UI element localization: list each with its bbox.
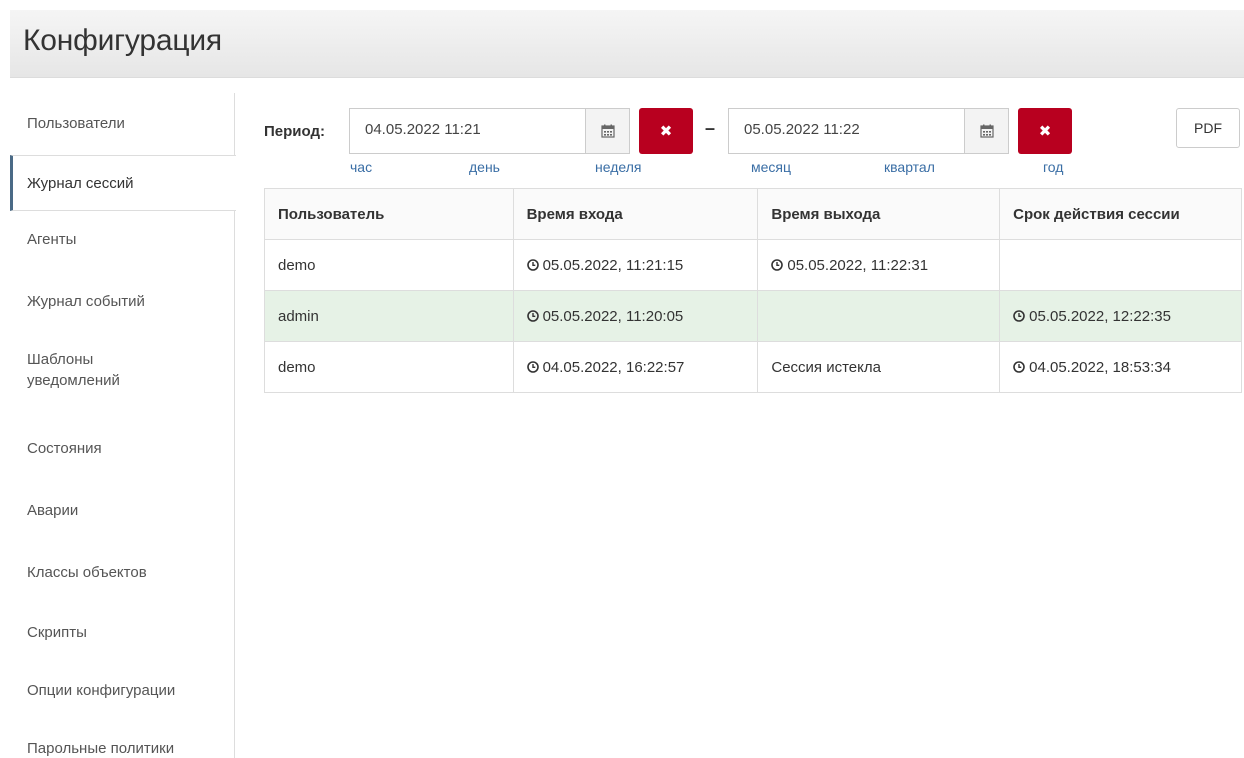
- sidebar-item-label: Скрипты: [27, 624, 87, 641]
- column-header-login-time[interactable]: Время входа: [512, 188, 759, 240]
- sidebar-item-scripts[interactable]: Скрипты: [10, 622, 235, 643]
- table-row[interactable]: admin 05.05.2022, 11:20:05 05.05.2022, 1…: [264, 290, 1242, 342]
- cell-text: admin: [278, 307, 319, 325]
- sidebar-item-label: Журнал сессий: [27, 175, 134, 192]
- sidebar-item-label: Шаблоны уведомлений: [27, 351, 120, 389]
- period-separator: –: [705, 118, 716, 138]
- sidebar-item-label: Парольные политики: [27, 740, 175, 757]
- quick-link-quarter[interactable]: квартал: [884, 159, 935, 175]
- calendar-icon: [979, 124, 994, 138]
- sidebar-item-config-options[interactable]: Опции конфигурации: [10, 680, 235, 701]
- cell-logout-time: 05.05.2022, 11:22:31: [757, 239, 1001, 291]
- cell-text: demo: [278, 358, 316, 376]
- clock-icon: [771, 258, 784, 271]
- sidebar-item-label: Аварии: [27, 502, 79, 519]
- cell-user: admin: [264, 290, 514, 342]
- sidebar-item-event-log[interactable]: Журнал событий: [10, 291, 235, 312]
- column-header-user[interactable]: Пользователь: [264, 188, 514, 240]
- cell-login-time: 04.05.2022, 16:22:57: [512, 341, 759, 393]
- sidebar-item-users[interactable]: Пользователи: [10, 93, 235, 156]
- cell-text: 05.05.2022, 12:22:35: [1029, 307, 1171, 325]
- clock-icon: [526, 309, 539, 322]
- period-toolbar: Период: 04.05.2022 11:21 ✖ – 05.05.2022 …: [264, 108, 1244, 178]
- calendar-icon: [600, 124, 615, 138]
- sidebar-item-label: Состояния: [27, 440, 102, 457]
- sidebar-item-alarms[interactable]: Аварии: [10, 500, 235, 521]
- page-title: Конфигурация: [23, 24, 222, 57]
- page-header: Конфигурация: [10, 10, 1244, 78]
- sidebar-item-states[interactable]: Состояния: [10, 438, 235, 459]
- column-header-logout-time[interactable]: Время выхода: [757, 188, 1001, 240]
- column-header-session-expiry[interactable]: Срок действия сессии: [999, 188, 1242, 240]
- clock-icon: [526, 360, 539, 373]
- quick-link-hour[interactable]: час: [350, 159, 372, 175]
- cell-session-expiry: 04.05.2022, 18:53:34: [999, 341, 1242, 393]
- sidebar-item-object-classes[interactable]: Классы объектов: [10, 562, 235, 583]
- to-clear-button[interactable]: ✖: [1018, 108, 1072, 154]
- cell-session-expiry: 05.05.2022, 12:22:35: [999, 290, 1242, 342]
- from-clear-button[interactable]: ✖: [639, 108, 693, 154]
- sidebar-item-notification-templates[interactable]: Шаблоны уведомлений: [10, 349, 170, 391]
- from-calendar-button[interactable]: [585, 108, 630, 154]
- cell-text: 05.05.2022, 11:20:05: [542, 307, 684, 325]
- clock-icon: [1013, 360, 1025, 373]
- clock-icon: [1013, 309, 1025, 322]
- period-label: Период:: [264, 123, 325, 140]
- sidebar-item-label: Пользователи: [27, 115, 125, 132]
- cell-login-time: 05.05.2022, 11:21:15: [512, 239, 759, 291]
- cell-text: 04.05.2022, 18:53:34: [1029, 358, 1171, 376]
- quick-link-day[interactable]: день: [469, 159, 500, 175]
- cell-text: 05.05.2022, 11:22:31: [787, 256, 929, 274]
- cell-text: Сессия истекла: [771, 358, 881, 376]
- pdf-export-button[interactable]: PDF: [1176, 108, 1240, 148]
- sidebar-item-label: Журнал событий: [27, 293, 145, 310]
- close-icon: ✖: [659, 123, 673, 140]
- cell-login-time: 05.05.2022, 11:20:05: [512, 290, 759, 342]
- cell-user: demo: [264, 341, 514, 393]
- sidebar-item-session-log[interactable]: Журнал сессий: [10, 155, 236, 211]
- sidebar-item-label: Агенты: [27, 231, 77, 248]
- period-from-input[interactable]: 04.05.2022 11:21: [349, 108, 586, 154]
- quick-link-month[interactable]: месяц: [751, 159, 791, 175]
- table-header-row: Пользователь Время входа Время выхода Ср…: [264, 188, 1242, 240]
- sidebar-item-label: Опции конфигурации: [27, 682, 176, 699]
- to-calendar-button[interactable]: [964, 108, 1009, 154]
- cell-logout-time: [757, 290, 1001, 342]
- period-to-input[interactable]: 05.05.2022 11:22: [728, 108, 965, 154]
- cell-text: 05.05.2022, 11:21:15: [542, 256, 684, 274]
- cell-logout-time: Сессия истекла: [757, 341, 1001, 393]
- close-icon: ✖: [1038, 123, 1052, 140]
- cell-text: 04.05.2022, 16:22:57: [542, 358, 685, 376]
- table-row[interactable]: demo 04.05.2022, 16:22:57 Сессия истекла…: [264, 341, 1242, 393]
- sidebar: Пользователи Журнал сессий Агенты Журнал…: [10, 93, 236, 758]
- quick-link-year[interactable]: год: [1043, 159, 1063, 175]
- sidebar-item-agents[interactable]: Агенты: [10, 229, 235, 250]
- quick-link-week[interactable]: неделя: [595, 159, 641, 175]
- sidebar-item-label: Классы объектов: [27, 564, 147, 581]
- cell-user: demo: [264, 239, 514, 291]
- clock-icon: [526, 258, 539, 271]
- cell-session-expiry: [999, 239, 1242, 291]
- sidebar-item-password-policies[interactable]: Парольные политики: [10, 738, 235, 758]
- cell-text: demo: [278, 256, 316, 274]
- sessions-table: Пользователь Время входа Время выхода Ср…: [264, 188, 1242, 393]
- table-row[interactable]: demo 05.05.2022, 11:21:15 05.05.2022, 11…: [264, 239, 1242, 291]
